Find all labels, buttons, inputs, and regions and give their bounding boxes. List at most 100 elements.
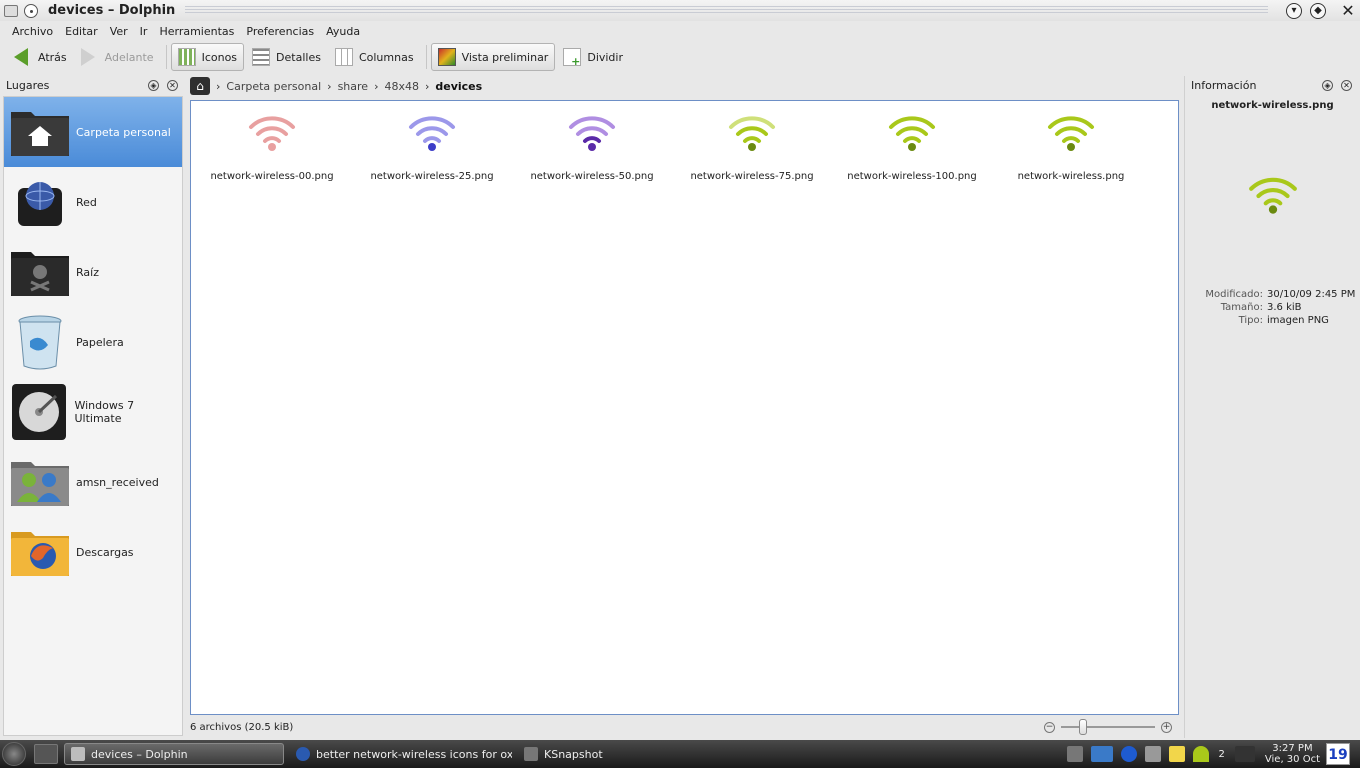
- task-label: KSnapshot: [544, 747, 603, 761]
- info-filename: network-wireless.png: [1211, 100, 1334, 111]
- info-row-type: Tipo: imagen PNG: [1185, 315, 1360, 327]
- bluetooth-icon[interactable]: [1120, 746, 1137, 762]
- modified-label: Modificado:: [1205, 289, 1263, 300]
- info-header: Información ◈ ✕: [1185, 76, 1360, 94]
- forward-button[interactable]: Adelante: [75, 43, 160, 71]
- show-desktop-icon[interactable]: [34, 744, 58, 764]
- file-item[interactable]: network-wireless-75.png: [672, 113, 832, 182]
- wireless-100-icon: [889, 116, 935, 151]
- menu-ver[interactable]: Ver: [110, 25, 128, 38]
- place-label: Windows 7 Ultimate: [74, 399, 135, 425]
- file-item[interactable]: network-wireless-00.png: [192, 113, 352, 182]
- wireless-tray-icon[interactable]: [1192, 746, 1209, 762]
- task-label: better network-wireless icons for oxyge: [316, 747, 512, 761]
- file-item[interactable]: network-wireless.png: [991, 113, 1151, 182]
- menu-bar: Archivo Editar Ver Ir Herramientas Prefe…: [0, 21, 1360, 41]
- wireless-icon: [1048, 116, 1094, 151]
- clock[interactable]: 3:27 PM Vie, 30 Oct: [1265, 743, 1320, 765]
- menu-herramientas[interactable]: Herramientas: [159, 25, 234, 38]
- place-label: Descargas: [76, 545, 134, 559]
- taskbar: devices – Dolphin better network-wireles…: [0, 740, 1360, 768]
- clipboard-icon[interactable]: [1168, 746, 1185, 762]
- panel-close-icon[interactable]: ✕: [167, 79, 178, 91]
- window-menu-icon[interactable]: [4, 4, 18, 17]
- places-title: Lugares: [6, 78, 50, 92]
- places-panel: Lugares ◈ ✕ Carpeta personal Red Raíz Pa…: [0, 76, 186, 738]
- place-trash[interactable]: Papelera: [4, 307, 182, 377]
- ksnapshot-icon: [524, 747, 538, 761]
- toolbar-separator: [425, 45, 427, 69]
- menu-ayuda[interactable]: Ayuda: [326, 25, 360, 38]
- split-button[interactable]: Dividir: [557, 43, 629, 71]
- clock-time: 3:27 PM: [1272, 743, 1313, 754]
- place-label: Carpeta personal: [76, 125, 171, 139]
- menu-ir[interactable]: Ir: [140, 25, 148, 38]
- file-item[interactable]: network-wireless-50.png: [512, 113, 672, 182]
- place-network[interactable]: Red: [4, 167, 182, 237]
- volume-icon[interactable]: [1144, 746, 1161, 762]
- trash-icon: [8, 313, 72, 371]
- panel-float-icon[interactable]: ◈: [1322, 79, 1333, 91]
- desktop-pager[interactable]: 2: [1219, 749, 1225, 760]
- chevron-right-icon: ›: [424, 79, 430, 93]
- screen-icon[interactable]: [1090, 746, 1113, 762]
- zoom-slider-thumb[interactable]: [1079, 719, 1087, 735]
- icons-view-button[interactable]: Iconos: [170, 43, 245, 71]
- home-folder-icon: [8, 103, 72, 161]
- menu-archivo[interactable]: Archivo: [12, 25, 53, 38]
- kde-menu-icon[interactable]: [2, 742, 26, 766]
- close-button[interactable]: ✕: [1340, 2, 1356, 19]
- place-home[interactable]: Carpeta personal: [4, 97, 182, 167]
- file-name: network-wireless-75.png: [690, 171, 814, 182]
- breadcrumb-home-icon[interactable]: ⌂: [190, 77, 210, 95]
- columns-view-icon: [334, 48, 353, 66]
- zoom-slider[interactable]: [1061, 719, 1155, 735]
- calendar-icon[interactable]: 19: [1326, 743, 1350, 765]
- details-view-button[interactable]: Detalles: [246, 43, 327, 71]
- zoom-in-icon[interactable]: +: [1161, 721, 1172, 733]
- place-root[interactable]: Raíz: [4, 237, 182, 307]
- columns-view-button[interactable]: Columnas: [329, 43, 420, 71]
- file-item[interactable]: network-wireless-25.png: [352, 113, 512, 182]
- menu-preferencias[interactable]: Preferencias: [246, 25, 314, 38]
- place-amsn[interactable]: amsn_received: [4, 447, 182, 517]
- breadcrumb-item[interactable]: Carpeta personal: [226, 80, 321, 93]
- place-label: Raíz: [76, 265, 99, 279]
- task-dolphin[interactable]: devices – Dolphin: [64, 743, 284, 765]
- wireless-75-icon: [729, 116, 775, 151]
- task-manager-icon[interactable]: [1066, 746, 1083, 762]
- zoom-out-icon[interactable]: −: [1044, 721, 1055, 733]
- chevron-right-icon: ›: [327, 79, 332, 93]
- file-name: network-wireless-100.png: [847, 171, 977, 182]
- toolbar-separator: [165, 45, 167, 69]
- file-view[interactable]: network-wireless-00.png network-wireless…: [190, 100, 1179, 715]
- back-button[interactable]: Atrás: [8, 43, 73, 71]
- minimize-button[interactable]: ▾: [1286, 2, 1302, 19]
- dvd-icon[interactable]: [1234, 746, 1255, 762]
- info-metadata: Modificado: 30/10/09 2:45 PM Tamaño: 3.6…: [1185, 289, 1360, 328]
- downloads-folder-icon: [8, 523, 72, 581]
- task-label: devices – Dolphin: [91, 747, 188, 761]
- place-windows[interactable]: Windows 7 Ultimate: [4, 377, 182, 447]
- place-downloads[interactable]: Descargas: [4, 517, 182, 587]
- menu-editar[interactable]: Editar: [65, 25, 98, 38]
- wireless-00-icon: [249, 116, 295, 151]
- sticky-icon[interactable]: [24, 3, 38, 18]
- title-decoration: [185, 6, 1268, 15]
- panel-close-icon[interactable]: ✕: [1341, 79, 1352, 91]
- place-label: Papelera: [76, 335, 124, 349]
- preview-button[interactable]: Vista preliminar: [430, 43, 556, 71]
- file-name: network-wireless.png: [1017, 171, 1125, 182]
- breadcrumb-item[interactable]: 48x48: [384, 80, 419, 93]
- maximize-button[interactable]: ◆: [1310, 2, 1326, 19]
- task-browser[interactable]: better network-wireless icons for oxyge: [290, 743, 512, 765]
- panel-float-icon[interactable]: ◈: [148, 79, 159, 91]
- breadcrumb-current[interactable]: devices: [435, 80, 482, 93]
- task-ksnapshot[interactable]: KSnapshot: [518, 743, 740, 765]
- breadcrumb-item[interactable]: share: [338, 80, 369, 93]
- places-header: Lugares ◈ ✕: [0, 76, 186, 94]
- file-item[interactable]: network-wireless-100.png: [832, 113, 992, 182]
- info-title: Información: [1191, 78, 1257, 92]
- root-folder-icon: [8, 243, 72, 301]
- file-name: network-wireless-50.png: [530, 171, 654, 182]
